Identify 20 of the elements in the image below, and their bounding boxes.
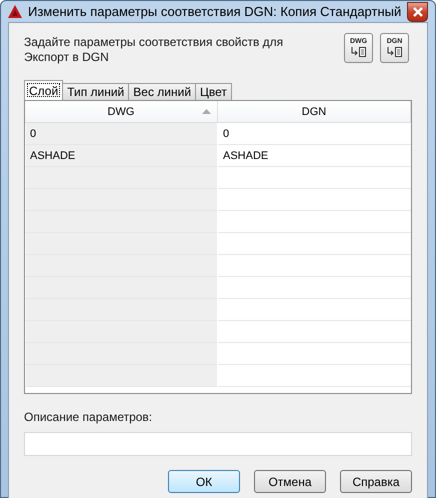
arrow-document-icon bbox=[350, 46, 366, 58]
triangle-logo-icon bbox=[8, 5, 22, 18]
close-icon bbox=[412, 7, 424, 17]
tab[interactable]: Цвет bbox=[195, 83, 232, 100]
table-cell: ASHADE bbox=[25, 145, 218, 167]
dialog-button[interactable]: Справка bbox=[340, 470, 412, 493]
dialog-button[interactable]: ОК bbox=[168, 470, 240, 493]
column-header[interactable]: DWG bbox=[25, 101, 218, 122]
tab[interactable]: Вес линий bbox=[128, 83, 196, 100]
table-cell: 0 bbox=[25, 123, 218, 145]
description-field[interactable] bbox=[24, 432, 412, 456]
field-label: Описание параметров: bbox=[24, 410, 154, 426]
dialog-button[interactable]: Отмена bbox=[254, 470, 326, 493]
column-header[interactable]: DGN bbox=[218, 101, 411, 122]
window-title: Изменить параметры соответствия DGN: Копия Стандартный bbox=[28, 4, 402, 19]
instruction-text: Задайте параметры соответствия свойств для Экспорт в DGN bbox=[24, 35, 284, 65]
close-button[interactable] bbox=[407, 2, 428, 22]
tab[interactable]: Слой bbox=[24, 80, 64, 100]
tab[interactable]: Тип линий bbox=[62, 83, 130, 100]
arrow-document-icon bbox=[386, 46, 402, 58]
